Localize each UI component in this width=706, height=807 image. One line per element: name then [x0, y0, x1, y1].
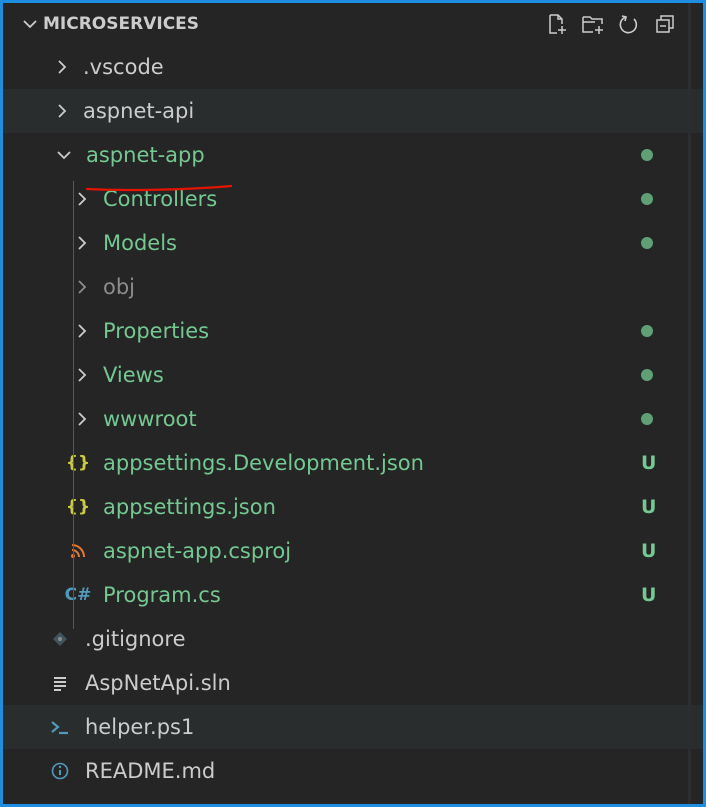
tree-item-csproj[interactable]: aspnet-app.csproj U	[3, 529, 703, 573]
indent-guide	[73, 181, 74, 629]
tree-item-label: aspnet-app.csproj	[103, 539, 292, 563]
chevron-right-icon	[53, 45, 71, 89]
tree-item-label: appsettings.json	[103, 495, 276, 519]
tree-item-label: aspnet-api	[83, 99, 195, 123]
git-modified-dot	[641, 149, 653, 161]
tree-item-appsettings-development[interactable]: {} appsettings.Development.json U	[3, 441, 703, 485]
tree-item-wwwroot[interactable]: wwwroot	[3, 397, 703, 441]
tree-item-label: README.md	[85, 759, 216, 783]
git-modified-dot	[641, 413, 653, 425]
tree-item-label: .gitignore	[85, 627, 186, 651]
json-file-icon: {}	[65, 453, 91, 473]
tree-item-views[interactable]: Views	[3, 353, 703, 397]
tree-item-sln[interactable]: AspNetApi.sln	[3, 661, 703, 705]
git-untracked-badge: U	[641, 496, 657, 518]
git-modified-dot	[641, 193, 653, 205]
tree-item-label: .vscode	[83, 55, 164, 79]
chevron-right-icon	[73, 221, 91, 265]
tree-item-label: Views	[103, 363, 164, 387]
tree-item-aspnet-app[interactable]: aspnet-app	[3, 133, 703, 177]
git-untracked-badge: U	[641, 452, 657, 474]
git-untracked-badge: U	[641, 540, 657, 562]
chevron-right-icon	[73, 265, 91, 309]
explorer-header: MICROSERVICES	[3, 3, 703, 45]
new-folder-icon[interactable]	[581, 12, 605, 36]
tree-item-label: Program.cs	[103, 583, 221, 607]
tree-item-label: appsettings.Development.json	[103, 451, 424, 475]
git-modified-dot	[641, 369, 653, 381]
red-underline-annotation	[85, 184, 233, 192]
section-title: MICROSERVICES	[43, 14, 200, 34]
git-untracked-badge: U	[641, 584, 657, 606]
tree-item-vscode[interactable]: .vscode	[3, 45, 703, 89]
tree-item-aspnet-api[interactable]: aspnet-api	[3, 89, 703, 133]
gitignore-icon	[49, 617, 71, 661]
tree-item-readme[interactable]: README.md	[3, 749, 703, 793]
explorer-panel: MICROSERVICES .vscode aspnet-api aspnet-…	[0, 0, 706, 807]
tree-item-label: aspnet-app	[86, 143, 205, 167]
tree-item-label: wwwroot	[103, 407, 197, 431]
collapse-all-icon[interactable]	[653, 12, 677, 36]
refresh-icon[interactable]	[617, 12, 641, 36]
tree-item-label: helper.ps1	[85, 715, 195, 739]
chevron-down-icon	[55, 133, 73, 177]
tree-item-appsettings[interactable]: {} appsettings.json U	[3, 485, 703, 529]
powershell-icon	[49, 705, 71, 749]
tree-item-program[interactable]: C# Program.cs U	[3, 573, 703, 617]
chevron-right-icon	[73, 309, 91, 353]
header-actions	[545, 3, 677, 45]
tree-item-label: Properties	[103, 319, 210, 343]
json-file-icon: {}	[65, 497, 91, 517]
rss-file-icon	[67, 529, 89, 573]
tree-item-label: Models	[103, 231, 177, 255]
tree-item-helper[interactable]: helper.ps1	[3, 705, 703, 749]
chevron-right-icon	[73, 353, 91, 397]
section-header[interactable]: MICROSERVICES	[23, 3, 199, 45]
file-tree: .vscode aspnet-api aspnet-app Controller…	[3, 45, 703, 793]
tree-item-label: obj	[103, 275, 136, 299]
tree-item-obj[interactable]: obj	[3, 265, 703, 309]
tree-item-gitignore[interactable]: .gitignore	[3, 617, 703, 661]
chevron-down-icon	[23, 3, 43, 45]
tree-item-label: AspNetApi.sln	[85, 671, 231, 695]
chevron-right-icon	[73, 397, 91, 441]
git-modified-dot	[641, 237, 653, 249]
git-modified-dot	[641, 325, 653, 337]
text-file-icon	[49, 661, 71, 705]
tree-item-properties[interactable]: Properties	[3, 309, 703, 353]
new-file-icon[interactable]	[545, 12, 569, 36]
chevron-right-icon	[53, 89, 71, 133]
scrollbar[interactable]	[688, 3, 691, 804]
tree-item-models[interactable]: Models	[3, 221, 703, 265]
info-icon	[49, 749, 71, 793]
csharp-file-icon: C#	[64, 585, 92, 605]
